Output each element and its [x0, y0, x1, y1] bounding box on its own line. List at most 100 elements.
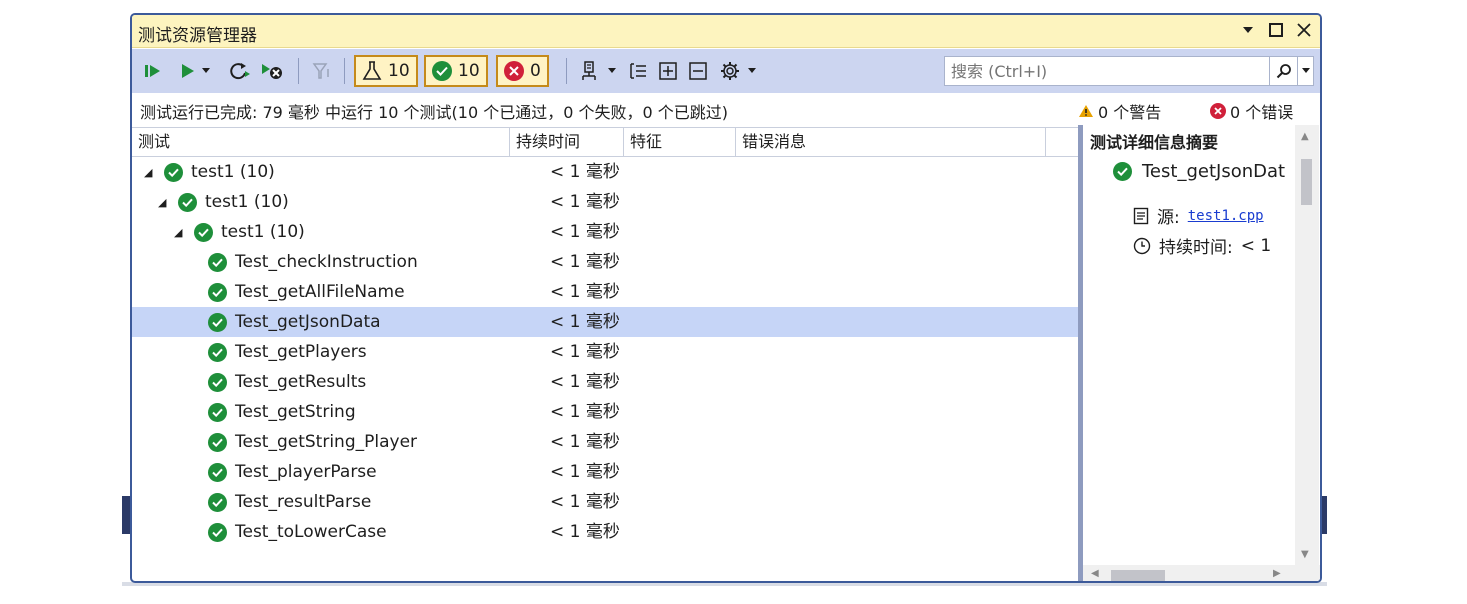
column-header-traits[interactable]: 特征 [624, 128, 736, 156]
search-input[interactable] [945, 58, 1269, 84]
window-menu-dropdown-icon[interactable] [1240, 20, 1256, 40]
passed-icon [1113, 162, 1132, 181]
test-duration: < 1 毫秒 [550, 162, 620, 182]
maximize-icon[interactable] [1268, 20, 1284, 40]
playlist-dropdown-icon[interactable] [606, 57, 618, 85]
tree-group-row[interactable]: ◢ test1 (10) < 1 毫秒 [132, 217, 1080, 247]
settings-dropdown-icon[interactable] [746, 57, 758, 85]
warnings-summary[interactable]: 0 个警告 [1078, 99, 1161, 123]
passed-tests-counter[interactable]: 10 [424, 55, 488, 87]
detail-horizontal-scrollbar[interactable]: ◀ ▶ [1083, 565, 1320, 581]
scroll-left-icon[interactable]: ◀ [1091, 568, 1099, 579]
test-name-cell: Test_getPlayers [208, 337, 367, 367]
passed-icon [208, 462, 227, 482]
passed-icon [208, 372, 227, 392]
errors-summary[interactable]: 0 个错误 [1210, 99, 1293, 123]
detail-test-name-text: Test_getJsonDat [1142, 161, 1286, 182]
search-options-dropdown-icon[interactable] [1297, 57, 1313, 85]
test-name-cell: Test_getString [208, 397, 356, 427]
window-title: 测试资源管理器 [138, 26, 257, 46]
settings-gear-icon[interactable] [718, 57, 742, 85]
test-name-label: Test_playerParse [235, 462, 377, 482]
total-tests-count: 10 [388, 61, 410, 81]
detail-duration-row: 持续时间: < 1 [1133, 233, 1271, 258]
test-duration: < 1 毫秒 [550, 402, 620, 422]
test-row[interactable]: Test_getString < 1 毫秒 [132, 397, 1080, 427]
test-name-cell: Test_resultParse [208, 487, 371, 517]
test-row[interactable]: Test_playerParse < 1 毫秒 [132, 457, 1080, 487]
test-name-label: Test_checkInstruction [235, 252, 418, 272]
test-row[interactable]: Test_toLowerCase < 1 毫秒 [132, 517, 1080, 547]
search-icon[interactable] [1269, 57, 1297, 85]
scrollbar-thumb[interactable] [1111, 570, 1165, 581]
column-header-error-message[interactable]: 错误消息 [736, 128, 1046, 156]
warnings-count: 0 个警告 [1098, 103, 1162, 122]
test-name-label: Test_resultParse [235, 492, 372, 512]
detail-source-link[interactable]: test1.cpp [1188, 208, 1264, 224]
detail-duration-value: < 1 [1240, 235, 1272, 256]
detail-title: 测试详细信息摘要 [1090, 133, 1219, 152]
failed-tests-count: 0 [530, 61, 541, 81]
test-name-label: test1 (10) [205, 192, 289, 212]
test-duration: < 1 毫秒 [550, 252, 620, 272]
total-tests-counter[interactable]: 10 [354, 55, 418, 87]
detail-source-row: 源: test1.cpp [1133, 203, 1264, 228]
test-duration: < 1 毫秒 [550, 312, 620, 332]
toolbar-separator [298, 58, 299, 84]
test-name-cell: Test_getString_Player [208, 427, 417, 457]
test-row[interactable]: Test_resultParse < 1 毫秒 [132, 487, 1080, 517]
test-name-cell: ◢ test1 (10) [158, 187, 289, 217]
test-name-label: Test_getString [235, 402, 356, 422]
repeat-last-run-icon[interactable] [228, 57, 252, 85]
close-icon[interactable] [1296, 20, 1312, 40]
passed-icon [208, 252, 227, 272]
column-header-test[interactable]: 测试 [132, 128, 510, 156]
run-dropdown-icon[interactable] [200, 57, 212, 85]
toolbar-separator [566, 58, 567, 84]
window-controls [1240, 20, 1312, 40]
test-row[interactable]: Test_getResults < 1 毫秒 [132, 367, 1080, 397]
passed-icon [208, 342, 227, 362]
filter-icon[interactable] [310, 57, 334, 85]
expand-all-icon[interactable] [656, 57, 680, 85]
search-box [944, 56, 1314, 86]
test-name-label: Test_getString_Player [235, 432, 418, 452]
scrollbar-thumb[interactable] [1301, 159, 1312, 205]
collapse-all-icon[interactable] [686, 57, 710, 85]
test-row[interactable]: Test_getJsonData < 1 毫秒 [132, 307, 1080, 337]
column-header-duration[interactable]: 持续时间 [510, 128, 624, 156]
expand-collapse-icon[interactable]: ◢ [174, 226, 186, 239]
test-name-label: Test_getResults [235, 372, 367, 392]
test-name-label: Test_getPlayers [235, 342, 367, 362]
expand-collapse-icon[interactable]: ◢ [144, 166, 156, 179]
scroll-up-icon[interactable]: ▲ [1301, 131, 1309, 142]
run-all-icon[interactable] [142, 57, 164, 85]
test-duration: < 1 毫秒 [550, 282, 620, 302]
expand-collapse-icon[interactable]: ◢ [158, 196, 170, 209]
tree-group-row[interactable]: ◢ test1 (10) < 1 毫秒 [132, 157, 1080, 187]
tree-group-row[interactable]: ◢ test1 (10) < 1 毫秒 [132, 187, 1080, 217]
test-name-cell: Test_toLowerCase [208, 517, 387, 547]
column-header-row: 测试 持续时间 特征 错误消息 [132, 127, 1080, 157]
test-duration: < 1 毫秒 [550, 432, 620, 452]
cancel-run-icon[interactable] [260, 57, 286, 85]
detail-vertical-scrollbar[interactable]: ▲ ▼ [1295, 125, 1319, 565]
test-row[interactable]: Test_getPlayers < 1 毫秒 [132, 337, 1080, 367]
test-name-label: Test_toLowerCase [235, 522, 387, 542]
passed-icon [164, 162, 183, 182]
test-name-label: test1 (10) [221, 222, 305, 242]
scroll-right-icon[interactable]: ▶ [1273, 568, 1281, 579]
scroll-down-icon[interactable]: ▼ [1301, 549, 1309, 560]
test-list: 测试 持续时间 特征 错误消息 ◢ test1 (10) < 1 毫秒 ◢ test1 … [132, 127, 1080, 581]
group-by-icon[interactable] [626, 57, 650, 85]
test-row[interactable]: Test_checkInstruction < 1 毫秒 [132, 247, 1080, 277]
failed-icon [504, 61, 524, 81]
run-icon[interactable] [178, 57, 198, 85]
test-row[interactable]: Test_getAllFileName < 1 毫秒 [132, 277, 1080, 307]
passed-icon [208, 282, 227, 302]
passed-icon [208, 492, 227, 512]
failed-tests-counter[interactable]: 0 [496, 55, 549, 87]
playlist-icon[interactable] [578, 57, 602, 85]
test-row[interactable]: Test_getString_Player < 1 毫秒 [132, 427, 1080, 457]
test-duration: < 1 毫秒 [550, 492, 620, 512]
